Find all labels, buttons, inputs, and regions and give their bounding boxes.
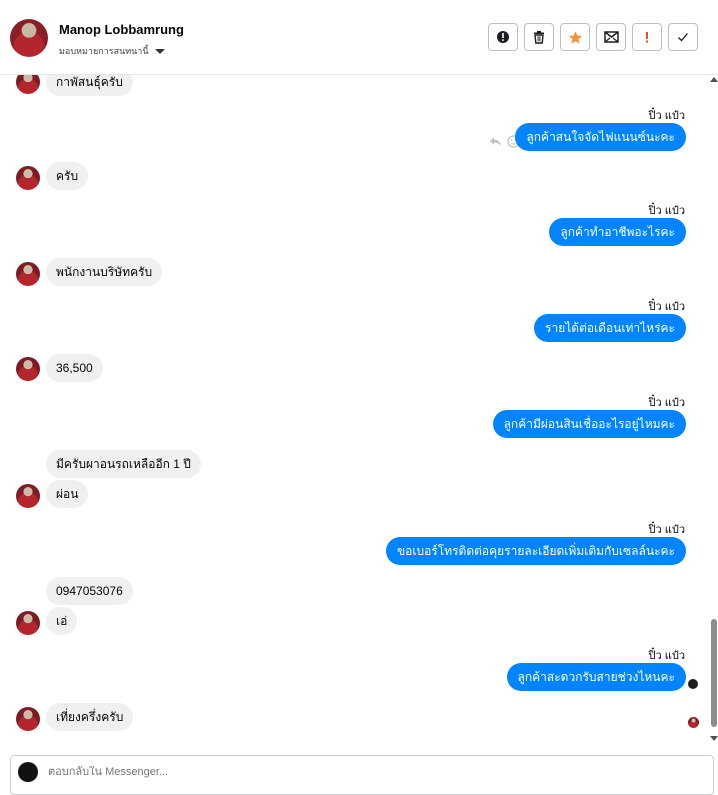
incoming-message: มีครับผาอนรถเหลืออีก 1 ปี (46, 450, 201, 478)
incoming-message: ผ่อน (46, 480, 89, 508)
sender-name: ปิ๋ว แป๋ว (648, 205, 685, 217)
conversation-header: Manop Lobbamrung มอบหมายการสนทนานี้ (0, 0, 718, 75)
mark-done-button[interactable] (668, 23, 698, 51)
assign-conversation-label: มอบหมายการสนทนานี้ (59, 46, 149, 56)
contact-avatar-small (16, 707, 40, 731)
report-spam-button[interactable] (488, 23, 518, 51)
page-avatar (18, 762, 38, 782)
outgoing-message: ลูกค้าสนใจจัดไฟแนนซ์นะคะ (515, 123, 686, 151)
outgoing-message: ลูกค้ามีผ่อนสินเชื่ออะไรอยู่ไหมคะ (492, 410, 686, 438)
check-icon (678, 33, 688, 42)
sender-name: ปิ๋ว แป๋ว (648, 650, 685, 662)
contact-avatar-small (16, 262, 40, 286)
incoming-message: ครับ (46, 162, 89, 190)
contact-avatar-small (16, 357, 40, 381)
sender-name: ปิ๋ว แป๋ว (648, 301, 685, 313)
scroll-up-arrow-icon[interactable] (710, 76, 718, 82)
contact-name[interactable]: Manop Lobbamrung (59, 22, 184, 37)
outgoing-message: ลูกค้าทำอาชีพอะไรคะ (549, 218, 686, 246)
star-button[interactable] (560, 23, 590, 51)
contact-avatar-small (16, 484, 40, 508)
sender-name: ปิ๋ว แป๋ว (648, 397, 685, 409)
contact-avatar-small (16, 166, 40, 190)
assign-conversation-dropdown[interactable]: มอบหมายการสนทนานี้ (59, 44, 165, 58)
scrollbar[interactable] (709, 75, 718, 745)
star-icon (568, 30, 582, 44)
seen-avatar-icon (688, 717, 699, 728)
trash-icon (534, 31, 544, 44)
alert-circle-icon (497, 31, 509, 43)
incoming-message: พนักงานบริษัทครับ (46, 258, 163, 286)
sender-name: ปิ๋ว แป๋ว (648, 110, 685, 122)
reply-input[interactable] (48, 766, 648, 778)
flag-icon (646, 32, 648, 43)
contact-avatar-small (16, 75, 40, 94)
incoming-message: เที่ยงครึ่งครับ (46, 703, 134, 731)
reply-icon[interactable] (489, 136, 502, 147)
mail-icon (603, 31, 619, 43)
contact-avatar[interactable] (10, 19, 48, 57)
delete-button[interactable] (524, 23, 554, 51)
mark-unread-button[interactable] (596, 23, 626, 51)
message-thread[interactable]: กาพัสนธุ์ครับ ปิ๋ว แป๋ว ลูกค้าสนใจจัดไฟแ… (0, 75, 718, 752)
follow-up-button[interactable] (632, 23, 662, 51)
sender-name: ปิ๋ว แป๋ว (648, 524, 685, 536)
incoming-message: กาพัสนธุ์ครับ (46, 75, 133, 96)
incoming-message: 0947053076 (46, 577, 133, 605)
outgoing-message: รายได้ต่อเดือนเท่าไหร่คะ (534, 314, 686, 342)
sent-status-icon (688, 679, 698, 689)
incoming-message: 36,500 (46, 354, 103, 382)
incoming-message: เอ่ (46, 607, 78, 635)
contact-avatar-small (16, 611, 40, 635)
caret-down-icon (154, 48, 165, 54)
outgoing-message: ขอเบอร์โทรติดต่อคุยรายละเอียดเพิ่มเติมกั… (385, 537, 686, 565)
outgoing-message: ลูกค้าสะดวกรับสายช่วงไหนคะ (506, 663, 686, 691)
scrollbar-thumb[interactable] (711, 619, 717, 727)
reply-composer[interactable] (10, 755, 714, 795)
scroll-down-arrow-icon[interactable] (710, 736, 718, 742)
